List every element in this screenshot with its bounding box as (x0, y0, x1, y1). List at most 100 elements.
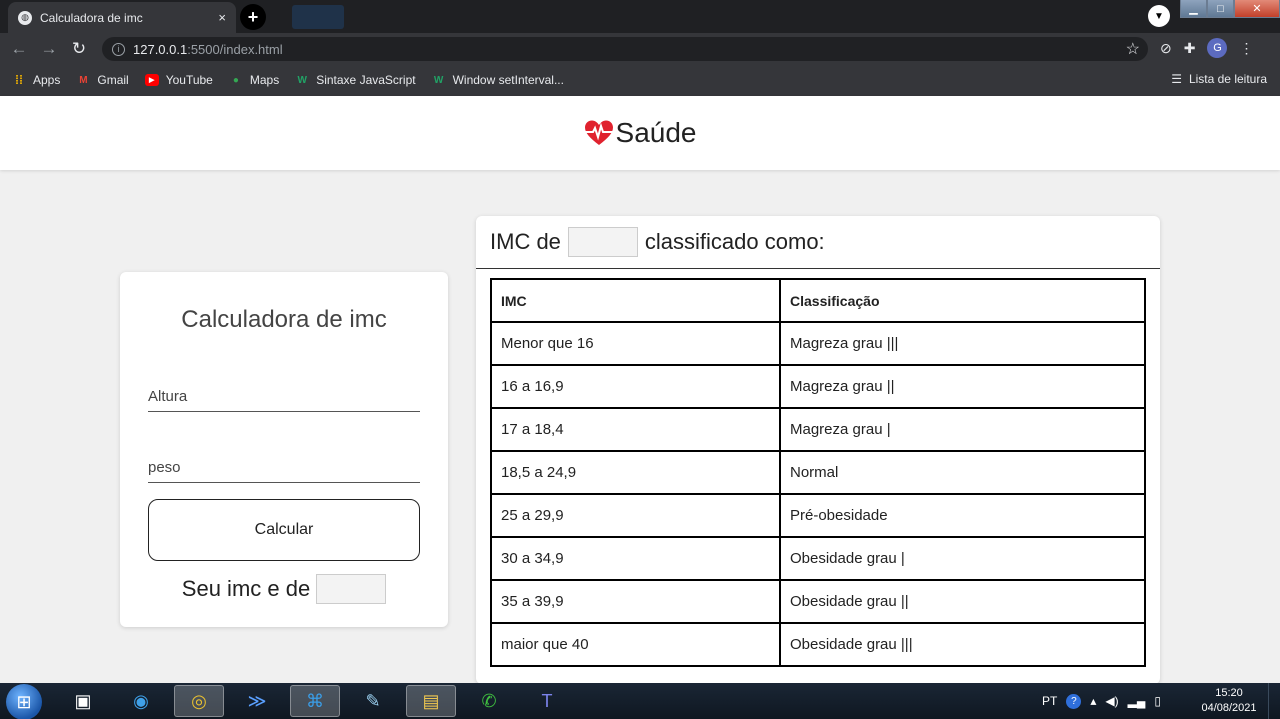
imc-range-cell: maior que 40 (490, 622, 781, 667)
toolbar-actions: ⊘ ✚ G ⋮ (1160, 38, 1253, 58)
result-label: Seu imc e de (181, 576, 311, 601)
table-header-row: IMC Classificação (490, 278, 1146, 323)
bookmark-label: Apps (33, 73, 61, 87)
heading-prefix: IMC de (490, 229, 561, 254)
extensions-puzzle-icon[interactable]: ✚ (1184, 40, 1196, 57)
show-desktop-button[interactable] (1268, 683, 1280, 719)
column-header-imc: IMC (490, 278, 781, 323)
reload-icon[interactable]: ↻ (64, 39, 94, 59)
chrome-icon[interactable]: ◎ (174, 685, 224, 717)
clock-time: 15:20 (1215, 687, 1243, 699)
clock[interactable]: 15:20 04/08/2021 (1196, 686, 1262, 716)
column-header-classificacao: Classificação (779, 278, 1146, 323)
classification-cell: Obesidade grau || (779, 579, 1146, 624)
altura-input[interactable] (148, 382, 420, 412)
imc-range-cell: 30 a 34,9 (490, 536, 781, 581)
site-info-icon[interactable]: i (112, 42, 125, 56)
table-row: 16 a 16,9 Magreza grau || (490, 364, 1146, 409)
imc-range-cell: 18,5 a 24,9 (490, 450, 781, 495)
site-header: Saúde (0, 96, 1280, 170)
bookmark-label: Window setInterval... (452, 73, 564, 87)
imc-range-cell: 35 a 39,9 (490, 579, 781, 624)
teams-icon[interactable]: T (522, 685, 572, 717)
bookmark-gmail[interactable]: M Gmail (76, 73, 129, 87)
powershell-icon[interactable]: ≫ (232, 685, 282, 717)
minimize-button[interactable]: ▁ (1180, 0, 1207, 18)
url-path: :5500/index.html (187, 41, 283, 57)
classification-cell: Magreza grau || (779, 364, 1146, 409)
imc-range-cell: 17 a 18,4 (490, 407, 781, 452)
bookmark-window-setinterval[interactable]: W Window setInterval... (432, 73, 564, 87)
result-value-box (316, 574, 387, 604)
bookmark-apps[interactable]: ⁞⁞ Apps (12, 73, 60, 87)
calculator-card: Calculadora de imc Calcular Seu imc e de (120, 272, 448, 627)
menu-kebab-icon[interactable]: ⋮ (1239, 40, 1253, 57)
imc-range-cell: 16 a 16,9 (490, 364, 781, 409)
w3schools-icon: W (297, 74, 307, 86)
help-icon[interactable]: ? (1066, 693, 1082, 709)
file-explorer-icon[interactable]: ▤ (406, 685, 456, 717)
forward-arrow-icon[interactable]: → (34, 39, 64, 59)
action-center-icon[interactable]: ▯ (1154, 694, 1161, 708)
new-tab-button[interactable]: + (240, 4, 266, 30)
reading-list-button[interactable]: ☰ Lista de leitura (1171, 72, 1267, 86)
gmail-icon: M (79, 74, 88, 86)
system-tray: PT ? ▴ ◀) ▂▄ ▯ (1042, 683, 1161, 719)
reading-list-icon: ☰ (1171, 72, 1182, 86)
calculator-title: Calculadora de imc (181, 306, 387, 333)
table-row: 35 a 39,9 Obesidade grau || (490, 579, 1146, 624)
bookmark-label: YouTube (165, 73, 213, 87)
classification-table: IMC Classificação Menor que 16 Magreza gr… (490, 278, 1146, 667)
cast-icon[interactable]: ⊘ (1160, 40, 1172, 57)
result-row: Seu imc e de (120, 574, 448, 604)
bookmark-label: Sintaxe JavaScript (316, 73, 416, 87)
calcular-button[interactable]: Calcular (148, 499, 420, 561)
classification-heading: IMC de classificado como: (476, 216, 1160, 269)
address-bar[interactable]: i 127.0.0.1 :5500/index.html ☆ (102, 37, 1148, 61)
tab-title: Calculadora de imc (40, 10, 143, 25)
window-controls: ▁ □ ✕ (1180, 0, 1280, 18)
close-tab-icon[interactable]: × (218, 10, 226, 25)
apps-grid-icon: ⁞⁞ (15, 73, 23, 87)
maximize-button[interactable]: □ (1207, 0, 1234, 18)
back-arrow-icon[interactable]: ← (4, 39, 34, 59)
volume-icon[interactable]: ◀) (1105, 694, 1118, 708)
language-indicator[interactable]: PT (1042, 694, 1057, 708)
classification-cell: Magreza grau ||| (779, 321, 1146, 366)
task-manager-icon[interactable]: ▣ (58, 685, 108, 717)
peso-input[interactable] (148, 453, 420, 483)
table-row: 25 a 29,9 Pré-obesidade (490, 493, 1146, 538)
browser-tab[interactable]: ◍ Calculadora de imc × (8, 2, 236, 33)
youtube-icon: ▶ (144, 74, 159, 86)
bookmark-label: Maps (249, 73, 280, 87)
reading-list-label: Lista de leitura (1188, 72, 1267, 86)
bookmark-sintaxe-javascript[interactable]: W Sintaxe JavaScript (295, 73, 415, 87)
classification-cell: Obesidade grau ||| (779, 622, 1146, 667)
edge-icon[interactable]: ◉ (116, 685, 166, 717)
close-window-button[interactable]: ✕ (1234, 0, 1280, 18)
bookmark-youtube[interactable]: ▶ YouTube (144, 73, 213, 87)
start-button[interactable]: ⊞ (6, 684, 42, 719)
vscode-icon[interactable]: ⌘ (290, 685, 340, 717)
profile-avatar[interactable]: G (1207, 38, 1228, 58)
classification-cell: Magreza grau | (779, 407, 1146, 452)
globe-icon: ◍ (18, 10, 32, 25)
table-row: 30 a 34,9 Obesidade grau | (490, 536, 1146, 581)
brand-title: Saúde (615, 117, 697, 148)
tab-search-icon[interactable]: ▼ (1148, 5, 1170, 27)
imc-range-cell: Menor que 16 (490, 321, 781, 366)
bookmark-label: Gmail (97, 73, 129, 87)
network-icon[interactable]: ▂▄ (1128, 694, 1146, 708)
windows-taskbar: ⊞ ▣ ◉ ◎ ≫ ⌘ ✎ ▤ ✆ T PT ? ▴ ◀) ▂▄ ▯ 15:20… (0, 683, 1280, 719)
tray-up-arrow-icon[interactable]: ▴ (1090, 694, 1096, 708)
heart-pulse-icon (583, 120, 614, 145)
url-host: 127.0.0.1 (133, 41, 188, 57)
phone-app-icon[interactable]: ✆ (464, 685, 514, 717)
bookmarks-bar: ⁞⁞ Apps M Gmail ▶ YouTube ● Maps W Sinta… (0, 64, 1280, 96)
bookmark-star-icon[interactable]: ☆ (1126, 39, 1140, 59)
maps-icon: ● (232, 74, 239, 86)
table-row: 18,5 a 24,9 Normal (490, 450, 1146, 495)
notepad-icon[interactable]: ✎ (348, 685, 398, 717)
imc-value-box (567, 227, 638, 257)
bookmark-maps[interactable]: ● Maps (229, 73, 279, 87)
